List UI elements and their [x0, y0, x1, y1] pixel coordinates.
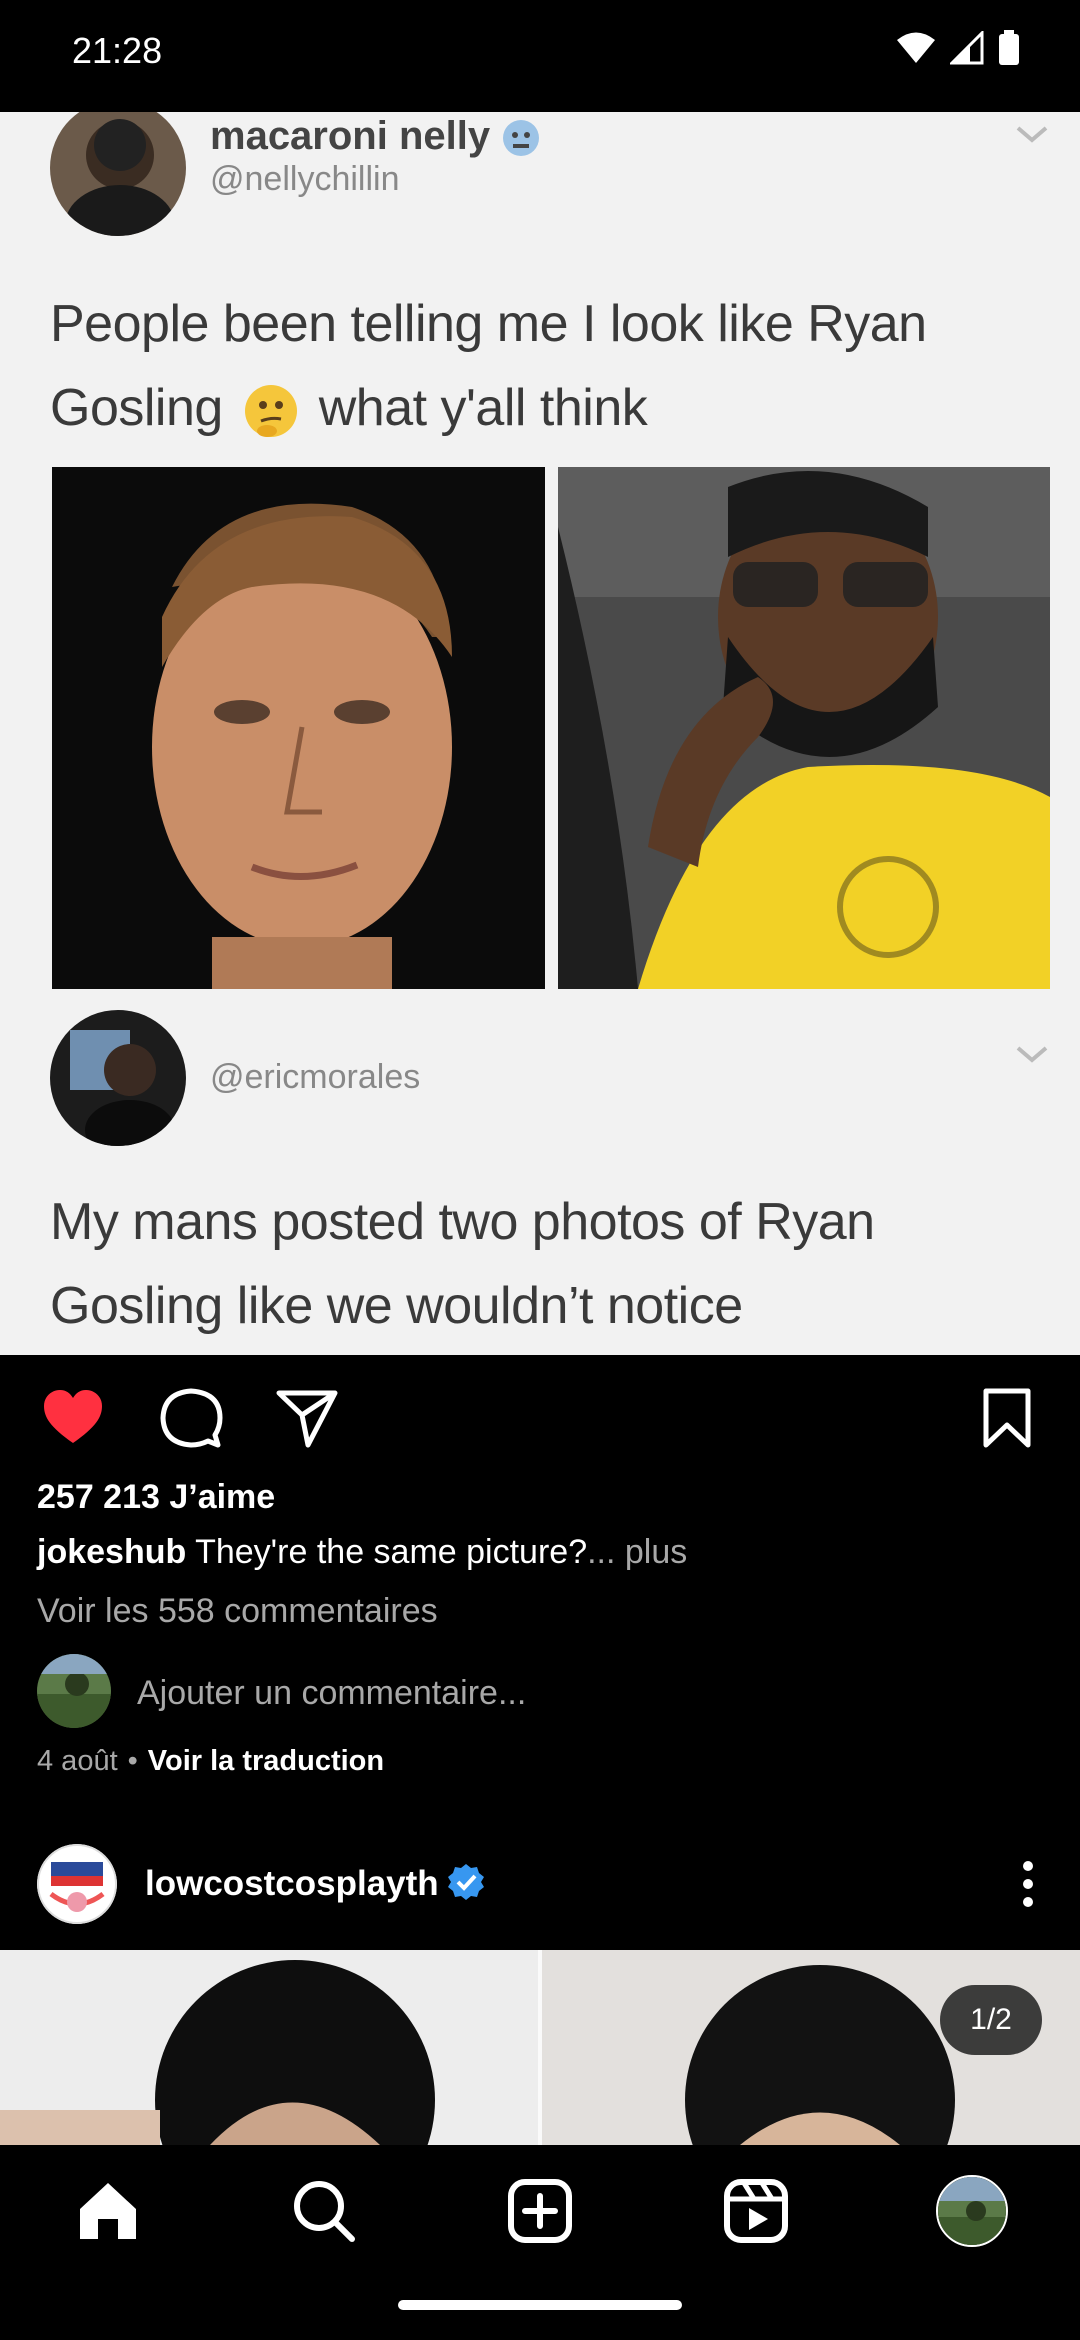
bottom-nav	[0, 2145, 1080, 2340]
battery-icon	[999, 30, 1019, 65]
add-comment-input[interactable]: Ajouter un commentaire...	[137, 1674, 526, 1713]
tweet-2-text-line1: My mans posted two photos of Ryan	[50, 1193, 875, 1251]
comment-bubble-icon[interactable]	[158, 1385, 224, 1451]
like-count[interactable]: 257 213 J’aime	[37, 1478, 275, 1517]
caption-username[interactable]: jokeshub	[37, 1533, 186, 1571]
photo-man-yellow-shirt	[558, 467, 1050, 989]
tweet-1-name: macaroni nelly	[210, 114, 491, 158]
emoji-face-icon	[503, 120, 540, 157]
more-options-icon[interactable]	[1016, 1856, 1040, 1912]
tweet-2-text-line2: Gosling like we wouldn’t notice	[50, 1277, 743, 1335]
home-indicator[interactable]	[398, 2300, 682, 2310]
status-time: 21:28	[72, 30, 163, 71]
post-meta: 4 août • Voir la traduction	[37, 1745, 384, 1778]
reels-icon[interactable]	[720, 2175, 792, 2247]
chevron-down-icon	[1016, 1046, 1048, 1063]
home-icon[interactable]	[72, 2175, 144, 2247]
current-user-avatar	[37, 1654, 111, 1728]
verified-badge-icon	[448, 1864, 484, 1900]
view-comments-link[interactable]: Voir les 558 commentaires	[37, 1592, 438, 1631]
tweet-2-avatar	[50, 1010, 186, 1146]
post-2-avatar[interactable]	[37, 1844, 117, 1924]
signal-icon	[950, 31, 984, 65]
search-icon[interactable]	[288, 2175, 360, 2247]
tweet-2-handle: @ericmorales	[210, 1058, 421, 1096]
wifi-icon	[897, 32, 935, 63]
tweet-1-text-line1: People been telling me I look like Ryan	[50, 295, 927, 353]
see-translation-link[interactable]: Voir la traduction	[148, 1745, 384, 1777]
tweet-1-text-line2b: what y'all think	[318, 379, 648, 437]
bookmark-icon[interactable]	[974, 1385, 1040, 1451]
tweet-1-text-line2a: Gosling	[50, 379, 223, 437]
thinking-emoji-icon	[244, 385, 297, 438]
status-icons	[896, 30, 1020, 66]
post-actions	[0, 1375, 1080, 1455]
photo-ryan-gosling	[52, 467, 545, 989]
add-comment-row[interactable]: Ajouter un commentaire...	[37, 1654, 937, 1728]
paper-plane-icon[interactable]	[274, 1385, 340, 1451]
caption-more-link[interactable]: ... plus	[587, 1533, 687, 1571]
post-2-image[interactable]: 1/2	[0, 1950, 1080, 2145]
heart-filled-icon[interactable]	[40, 1385, 106, 1451]
post-image[interactable]: macaroni nelly @nellychillin People been…	[0, 112, 1080, 1355]
meta-separator: •	[127, 1745, 138, 1777]
profile-avatar[interactable]	[936, 2175, 1008, 2247]
post-2-header: lowcostcosplayth	[0, 1840, 1080, 1950]
post-date: 4 août	[37, 1745, 118, 1777]
tweet-1-avatar	[50, 112, 186, 236]
post-2-username[interactable]: lowcostcosplayth	[145, 1864, 439, 1904]
caption: jokeshub They're the same picture?... pl…	[37, 1533, 687, 1572]
caption-text: They're the same picture?	[195, 1533, 588, 1571]
tweet-1-handle: @nellychillin	[210, 160, 400, 198]
chevron-down-icon	[1016, 126, 1048, 143]
carousel-page-indicator: 1/2	[940, 1985, 1042, 2055]
plus-square-icon[interactable]	[504, 2175, 576, 2247]
status-bar: 21:28	[0, 0, 1080, 112]
